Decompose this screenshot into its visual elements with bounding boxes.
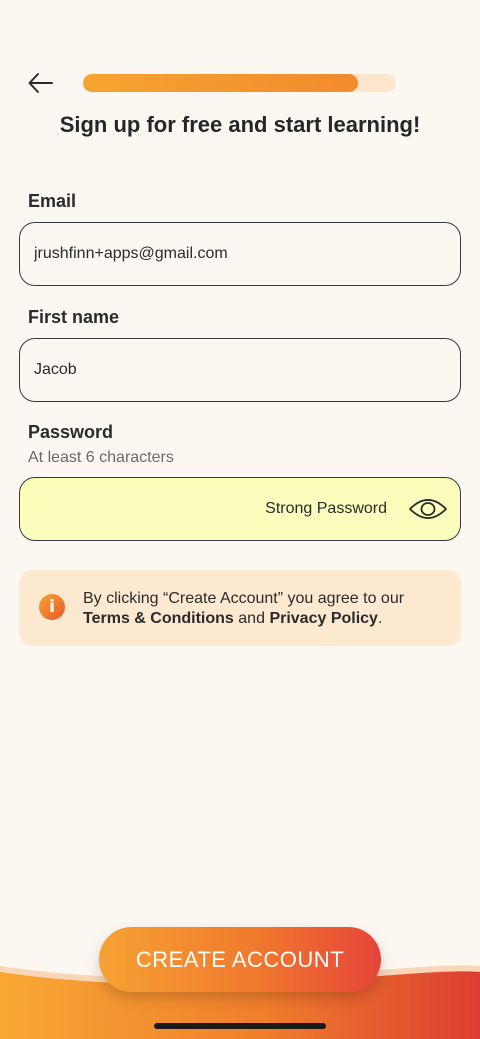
info-icon: i [39, 594, 65, 620]
terms-notice: i By clicking “Create Account” you agree… [19, 570, 461, 646]
email-field[interactable] [19, 222, 461, 286]
home-indicator [154, 1023, 326, 1029]
email-label: Email [28, 191, 77, 211]
terms-notice-prefix: By clicking “Create Account” you agree t… [83, 590, 405, 607]
terms-notice-suffix: . [377, 610, 383, 627]
signup-progress-bar [83, 74, 396, 92]
terms-notice-text: By clicking “Create Account” you agree t… [83, 589, 453, 629]
show-password-toggle[interactable] [408, 494, 448, 524]
privacy-policy-link[interactable]: Privacy Policy [269, 610, 378, 627]
page-title: Sign up for free and start learning! [59, 112, 421, 137]
arrow-left-icon [28, 73, 53, 93]
password-field[interactable]: Strong Password [19, 477, 461, 541]
first-name-label: First name [28, 307, 120, 327]
back-button[interactable] [26, 68, 56, 98]
terms-notice-conjunction: and [238, 610, 265, 627]
signup-progress-fill [83, 74, 359, 92]
password-hint: At least 6 characters [28, 449, 174, 466]
password-label: Password [28, 422, 114, 442]
eye-icon [409, 499, 447, 519]
first-name-field[interactable] [19, 338, 461, 402]
password-strength-label: Strong Password [265, 500, 387, 517]
terms-conditions-link[interactable]: Terms & Conditions [83, 610, 234, 627]
create-account-button[interactable]: CREATE ACCOUNT [99, 927, 381, 992]
